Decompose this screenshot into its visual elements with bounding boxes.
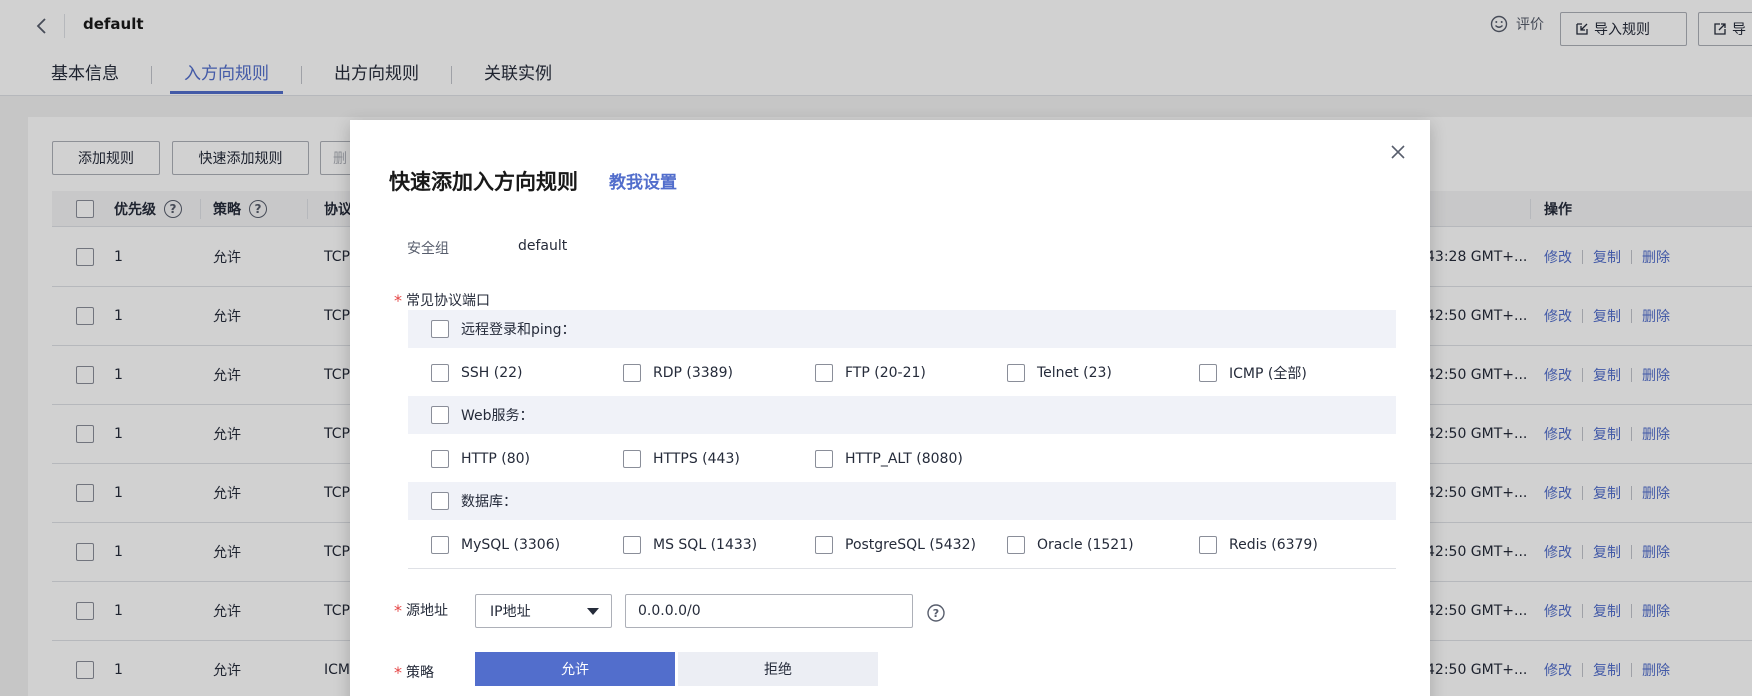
option-http-alt-label: HTTP_ALT (8080)	[845, 451, 963, 467]
group-checkbox[interactable]	[431, 492, 449, 510]
group-checkbox[interactable]	[431, 406, 449, 424]
option-checkbox[interactable]	[623, 536, 641, 554]
help-icon[interactable]: ?	[927, 604, 945, 622]
security-group-label: 安全组	[407, 241, 449, 257]
source-type-select[interactable]: IP地址	[475, 594, 612, 628]
common-ports-label-text: 常见协议端口	[406, 293, 490, 309]
close-icon[interactable]	[1388, 142, 1408, 162]
option-icmp[interactable]: ICMP (全部)	[1199, 354, 1307, 392]
option-icmp-label: ICMP (全部)	[1229, 366, 1307, 382]
option-mssql-label: MS SQL (1433)	[653, 537, 758, 553]
help-setup-link[interactable]: 教我设置	[609, 168, 677, 193]
option-checkbox[interactable]	[623, 450, 641, 468]
group-remote-login-label: 远程登录和ping：	[461, 322, 576, 338]
option-ftp[interactable]: FTP (20-21)	[815, 354, 926, 392]
option-ftp-label: FTP (20-21)	[845, 365, 926, 381]
option-http[interactable]: HTTP (80)	[431, 440, 530, 478]
source-address-input[interactable]	[625, 594, 913, 628]
source-address-label-text: 源地址	[406, 603, 448, 619]
group-databases[interactable]: 数据库：	[408, 482, 1396, 520]
option-https[interactable]: HTTPS (443)	[623, 440, 740, 478]
option-postgresql[interactable]: PostgreSQL (5432)	[815, 526, 976, 564]
ports-divider	[408, 568, 1396, 569]
option-rdp[interactable]: RDP (3389)	[623, 354, 733, 392]
option-postgresql-label: PostgreSQL (5432)	[845, 537, 976, 553]
required-marker: *	[394, 600, 402, 620]
option-oracle[interactable]: Oracle (1521)	[1007, 526, 1134, 564]
group-checkbox[interactable]	[431, 320, 449, 338]
security-group-value: default	[518, 238, 568, 254]
option-telnet[interactable]: Telnet (23)	[1007, 354, 1112, 392]
option-mssql[interactable]: MS SQL (1433)	[623, 526, 757, 564]
required-marker: *	[394, 662, 402, 682]
common-ports-label: * 常见协议端口	[394, 290, 490, 310]
option-checkbox[interactable]	[1007, 364, 1025, 382]
group-web-services-label: Web服务：	[461, 408, 534, 424]
group-web-services[interactable]: Web服务：	[408, 396, 1396, 434]
option-mysql[interactable]: MySQL (3306)	[431, 526, 560, 564]
option-https-label: HTTPS (443)	[653, 451, 740, 467]
option-checkbox[interactable]	[623, 364, 641, 382]
option-checkbox[interactable]	[431, 364, 449, 382]
dialog-title: 快速添加入方向规则	[389, 170, 578, 194]
option-rdp-label: RDP (3389)	[653, 365, 733, 381]
policy-allow-button[interactable]: 允许	[475, 652, 675, 686]
option-checkbox[interactable]	[815, 364, 833, 382]
option-mysql-label: MySQL (3306)	[461, 537, 561, 553]
option-redis-label: Redis (6379)	[1229, 537, 1318, 553]
svg-text:?: ?	[933, 607, 939, 620]
source-address-label: * 源地址	[394, 600, 448, 620]
option-checkbox[interactable]	[815, 536, 833, 554]
group-databases-label: 数据库：	[461, 494, 517, 510]
option-telnet-label: Telnet (23)	[1037, 365, 1112, 381]
policy-label-text: 策略	[406, 665, 434, 681]
option-redis[interactable]: Redis (6379)	[1199, 526, 1318, 564]
option-checkbox[interactable]	[1199, 536, 1217, 554]
policy-deny-button[interactable]: 拒绝	[678, 652, 878, 686]
source-type-value: IP地址	[490, 604, 531, 620]
option-ssh-label: SSH (22)	[461, 365, 523, 381]
option-checkbox[interactable]	[431, 536, 449, 554]
option-checkbox[interactable]	[815, 450, 833, 468]
group-remote-login[interactable]: 远程登录和ping：	[408, 310, 1396, 348]
option-http-alt[interactable]: HTTP_ALT (8080)	[815, 440, 963, 478]
option-checkbox[interactable]	[431, 450, 449, 468]
required-marker: *	[394, 290, 402, 310]
option-checkbox[interactable]	[1007, 536, 1025, 554]
quick-add-inbound-dialog: 快速添加入方向规则 教我设置 安全组 default * 常见协议端口 远程登录和…	[350, 120, 1430, 696]
caret-down-icon	[587, 608, 599, 615]
option-oracle-label: Oracle (1521)	[1037, 537, 1134, 553]
option-checkbox[interactable]	[1199, 364, 1217, 382]
policy-label: * 策略	[394, 662, 434, 682]
option-http-label: HTTP (80)	[461, 451, 531, 467]
option-ssh[interactable]: SSH (22)	[431, 354, 523, 392]
